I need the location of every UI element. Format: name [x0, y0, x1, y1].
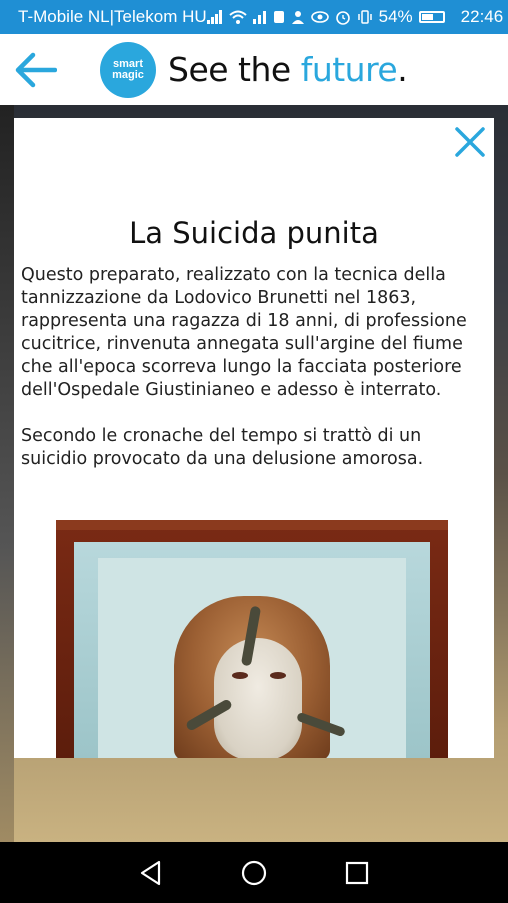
signal-icon — [206, 10, 223, 24]
status-bar: T-Mobile NL|Telekom HU 54% 22:46 — [0, 0, 508, 34]
article-paragraph: Questo preparato, realizzato con la tecn… — [21, 265, 467, 400]
square-recents-icon — [345, 861, 368, 884]
info-card: La Suicida punita Questo preparato, real… — [14, 118, 494, 758]
status-icons: 54% 22:46 — [206, 7, 504, 27]
person-icon — [291, 10, 305, 24]
data-icon — [273, 10, 285, 24]
hd-signal-icon — [252, 10, 267, 24]
app-header: smart magic See the future. — [0, 34, 508, 105]
arrow-left-icon — [15, 52, 57, 87]
battery-percent: 54% — [378, 7, 413, 26]
home-nav-button[interactable] — [234, 853, 274, 893]
tagline: See the future. — [168, 50, 408, 89]
triangle-back-icon — [141, 860, 161, 885]
clock: 22:46 — [460, 7, 504, 26]
close-icon — [455, 127, 485, 157]
circle-home-icon — [241, 860, 267, 885]
vibrate-icon — [357, 9, 373, 25]
recents-nav-button[interactable] — [337, 853, 377, 893]
eye-icon — [310, 11, 329, 23]
smart-magic-logo: smart magic — [100, 41, 156, 98]
battery-icon — [418, 11, 445, 23]
article-paragraph: Secondo le cronache del tempo si trattò … — [21, 426, 424, 469]
back-button[interactable] — [0, 34, 70, 105]
navigation-bar — [0, 842, 508, 903]
exhibit-photo — [56, 520, 448, 758]
article-body: Questo preparato, realizzato con la tecn… — [21, 264, 489, 494]
carrier-label: T-Mobile NL|Telekom HU — [18, 7, 207, 26]
back-nav-button[interactable] — [131, 853, 171, 893]
alarm-icon — [335, 9, 351, 25]
wifi-icon — [228, 10, 247, 24]
tagline-accent: future — [300, 50, 398, 89]
close-button[interactable] — [452, 124, 488, 160]
article-title: La Suicida punita — [129, 216, 379, 250]
